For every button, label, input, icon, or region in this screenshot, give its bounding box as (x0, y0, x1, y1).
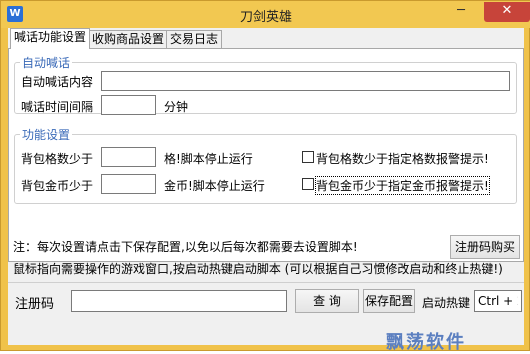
alarm-gold-checkbox[interactable] (302, 178, 314, 190)
hotkey-label: 启动热键 (422, 296, 471, 310)
tab-purchase-settings[interactable]: 收购商品设置 (88, 30, 169, 48)
gold-label: 背包金币少于 (21, 179, 94, 193)
client-area: 喊话功能设置 收购商品设置 交易日志 自动喊话 自动喊话内容 喊话时间间隔 分钟… (8, 28, 524, 345)
note-line-2: 鼠标指向需要操作的游戏窗口,按启动热键启动脚本 (可以根据自己习惯修改启动和终止… (13, 262, 503, 276)
alarm-slots-checkbox[interactable] (302, 151, 314, 163)
alarm-slots-label: 背包格数少于指定格数报警提示! (316, 152, 489, 166)
gold-input[interactable] (101, 174, 156, 194)
reg-code-input[interactable] (71, 290, 287, 312)
shout-settings-panel: 自动喊话 自动喊话内容 喊话时间间隔 分钟 功能设置 背包格数少于 格!脚本停止… (8, 48, 524, 262)
bag-slots-input[interactable] (101, 147, 156, 167)
query-button[interactable]: 查 询 (295, 289, 359, 313)
save-config-button[interactable]: 保存配置 (363, 289, 415, 313)
auto-shout-legend: 自动喊话 (22, 56, 71, 70)
tab-strip: 喊话功能设置 收购商品设置 交易日志 (8, 28, 524, 49)
shout-interval-input[interactable] (101, 95, 156, 115)
gold-suffix: 金币!脚本停止运行 (164, 179, 265, 193)
bag-slots-suffix: 格!脚本停止运行 (164, 152, 253, 166)
shout-interval-unit: 分钟 (164, 100, 189, 114)
tab-shout-settings[interactable]: 喊话功能设置 (10, 28, 91, 49)
close-icon[interactable]: ✕ (484, 2, 530, 22)
hotkey-input[interactable] (474, 290, 522, 312)
watermark-text: 飘荡软件 (386, 332, 466, 353)
features-legend: 功能设置 (22, 128, 71, 142)
note-line-1: 注：每次设置请点击下保存配置,以免以后每次都需要去设置脚本! (13, 240, 358, 254)
register-buy-button[interactable]: 注册码购买 (450, 235, 520, 259)
minimize-icon[interactable]: ─ (448, 2, 474, 22)
bag-slots-label: 背包格数少于 (21, 152, 94, 166)
footer-divider (8, 282, 524, 283)
reg-code-label: 注册码 (15, 297, 55, 312)
tab-trade-log[interactable]: 交易日志 (166, 30, 223, 48)
shout-content-input[interactable] (101, 71, 510, 91)
shout-interval-label: 喊话时间间隔 (21, 100, 94, 114)
app-window: W 刀剑英雄 ─ ✕ 喊话功能设置 收购商品设置 交易日志 自动喊话 自动喊话内… (0, 0, 530, 353)
alarm-gold-label: 背包金币少于指定金币报警提示! (315, 176, 490, 195)
shout-content-label: 自动喊话内容 (21, 75, 94, 89)
title-bar: W 刀剑英雄 ─ ✕ (1, 1, 530, 28)
